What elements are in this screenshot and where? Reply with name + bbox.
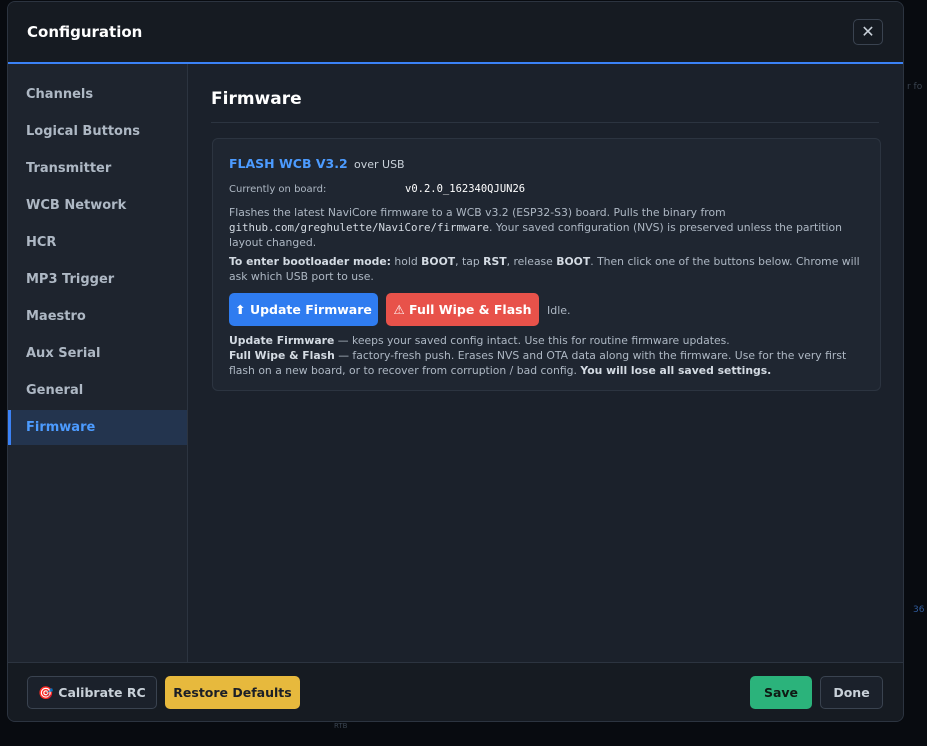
bootloader-instructions: To enter bootloader mode: hold BOOT, tap… — [229, 254, 869, 284]
done-button[interactable]: Done — [820, 676, 883, 709]
boot-key: BOOT — [556, 255, 591, 268]
firmware-description: Flashes the latest NaviCore firmware to … — [229, 205, 869, 250]
modal-footer: 🎯 Calibrate RC Restore Defaults Save Don… — [8, 662, 903, 721]
background-text: RTB — [334, 722, 348, 730]
repo-path: github.com/greghulette/NaviCore/firmware — [229, 221, 490, 234]
boot-key: RST — [483, 255, 507, 268]
restore-defaults-button[interactable]: Restore Defaults — [165, 676, 300, 709]
boot-key: BOOT — [421, 255, 456, 268]
boot-text: , tap — [455, 255, 484, 268]
sidebar-item-firmware[interactable]: Firmware — [8, 410, 187, 445]
sidebar-item-hcr[interactable]: HCR — [8, 225, 187, 260]
modal-header: Configuration ✕ — [8, 2, 903, 64]
current-version-label: Currently on board: — [229, 184, 327, 195]
note-label: Full Wipe & Flash — [229, 349, 335, 362]
sidebar-item-channels[interactable]: Channels — [8, 77, 187, 112]
close-button[interactable]: ✕ — [853, 19, 883, 45]
desc-text: Flashes the latest NaviCore firmware to … — [229, 206, 726, 219]
close-icon: ✕ — [861, 22, 875, 41]
sidebar-item-general[interactable]: General — [8, 373, 187, 408]
sidebar-item-aux-serial[interactable]: Aux Serial — [8, 336, 187, 371]
calibrate-rc-button[interactable]: 🎯 Calibrate RC — [27, 676, 157, 709]
flash-status: Idle. — [547, 304, 571, 317]
note-update: Update Firmware — keeps your saved confi… — [229, 333, 869, 348]
note-label: Update Firmware — [229, 334, 335, 347]
button-notes: Update Firmware — keeps your saved confi… — [229, 333, 869, 378]
note-wipe: Full Wipe & Flash — factory-fresh push. … — [229, 348, 869, 378]
sidebar-item-mp3-trigger[interactable]: MP3 Trigger — [8, 262, 187, 297]
configuration-modal: Configuration ✕ Channels Logical Buttons… — [7, 1, 904, 722]
modal-title: Configuration — [27, 23, 143, 41]
sidebar-item-wcb-network[interactable]: WCB Network — [8, 188, 187, 223]
full-wipe-flash-button[interactable]: ⚠ Full Wipe & Flash — [386, 293, 539, 326]
flash-card: FLASH WCB V3.2 over USB Currently on boa… — [212, 138, 881, 391]
note-warning: You will lose all saved settings. — [580, 364, 772, 377]
card-subtitle: over USB — [354, 158, 405, 171]
boot-text: hold — [391, 255, 422, 268]
background-text: r fo — [907, 82, 923, 92]
note-text: — keeps your saved config intact. Use th… — [334, 334, 730, 347]
sidebar-nav: Channels Logical Buttons Transmitter WCB… — [8, 64, 188, 663]
card-title: FLASH WCB V3.2 — [229, 156, 348, 171]
sidebar-item-logical-buttons[interactable]: Logical Buttons — [8, 114, 187, 149]
firmware-panel: Firmware FLASH WCB V3.2 over USB Current… — [188, 64, 903, 663]
boot-text: , release — [506, 255, 557, 268]
update-firmware-button[interactable]: ⬆ Update Firmware — [229, 293, 378, 326]
sidebar-item-transmitter[interactable]: Transmitter — [8, 151, 187, 186]
bootloader-heading: To enter bootloader mode: — [229, 255, 391, 268]
background-text: 36 — [913, 605, 925, 615]
current-version-value: v0.2.0_162340QJUN26 — [405, 183, 526, 195]
save-button[interactable]: Save — [750, 676, 812, 709]
page-title: Firmware — [211, 89, 302, 109]
sidebar-item-maestro[interactable]: Maestro — [8, 299, 187, 334]
section-divider — [211, 122, 879, 123]
